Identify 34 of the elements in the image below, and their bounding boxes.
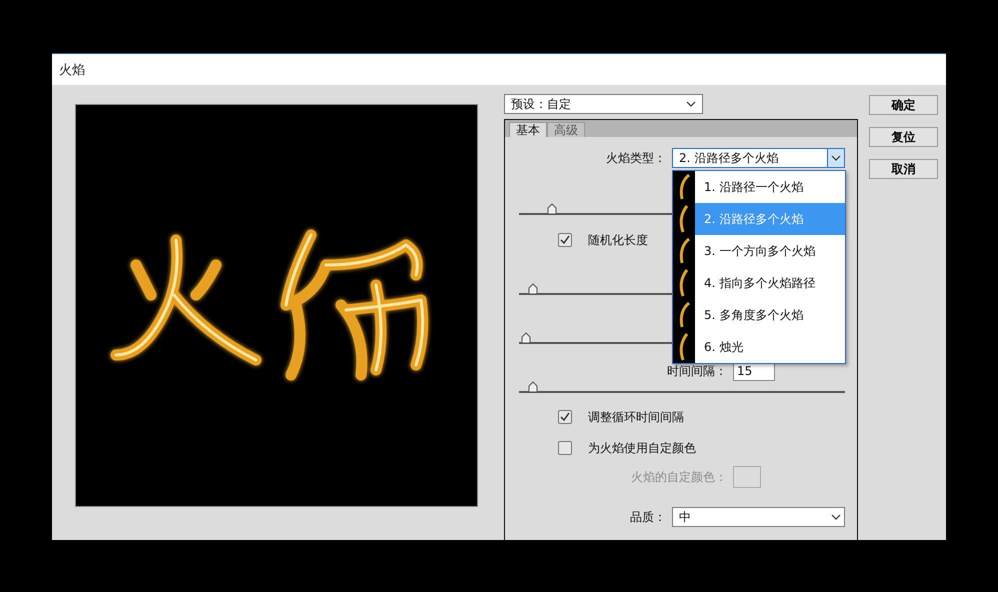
chevron-down-icon (831, 514, 841, 520)
dropdown-arrow-button[interactable] (827, 149, 844, 167)
slider-thumb[interactable] (521, 332, 532, 344)
menu-item[interactable]: 6. 烛光 (673, 331, 845, 363)
slider-thumb[interactable] (547, 203, 558, 215)
color-swatch[interactable] (733, 466, 761, 488)
tab[interactable]: 高级 (547, 122, 585, 137)
flame-thumbnail-icon (673, 331, 695, 363)
dropdown-select[interactable]: 中 (672, 507, 845, 527)
slider-thumb[interactable] (528, 381, 538, 393)
field-label: 品质： (629, 508, 666, 526)
slider-thumb[interactable] (528, 283, 538, 295)
menu-item[interactable]: 3. 一个方向多个火焰 (673, 235, 845, 267)
chevron-down-icon (686, 101, 696, 107)
checkbox-label: 调整循环时间间隔 (588, 408, 684, 426)
checkbox-label: 随机化长度 (588, 232, 648, 248)
checkbox[interactable] (558, 441, 572, 455)
dialog-button[interactable]: 取消 (869, 159, 938, 179)
tab[interactable]: 基本 (509, 122, 547, 137)
checkbox-label: 为火焰使用自定颜色 (588, 440, 696, 456)
window-title: 火焰 (59, 62, 85, 78)
menu-item[interactable]: 5. 多角度多个火焰 (673, 299, 845, 331)
flame-thumbnail-icon (673, 171, 695, 203)
dialog-button[interactable]: 复位 (869, 127, 938, 147)
dialog-button[interactable]: 确定 (869, 95, 938, 115)
checkbox[interactable] (558, 233, 572, 247)
field-label: 火焰类型： (605, 150, 666, 166)
chevron-down-icon (831, 155, 841, 161)
checkbox[interactable] (558, 410, 572, 424)
menu-item[interactable]: 4. 指向多个火焰路径 (673, 267, 845, 299)
menu-item[interactable]: 1. 沿路径一个火焰 (673, 171, 845, 203)
field-label: 火焰的自定颜色： (630, 468, 727, 486)
preset-select[interactable]: 预设：自定 (504, 94, 703, 114)
field-label: 时间间隔： (666, 363, 727, 380)
